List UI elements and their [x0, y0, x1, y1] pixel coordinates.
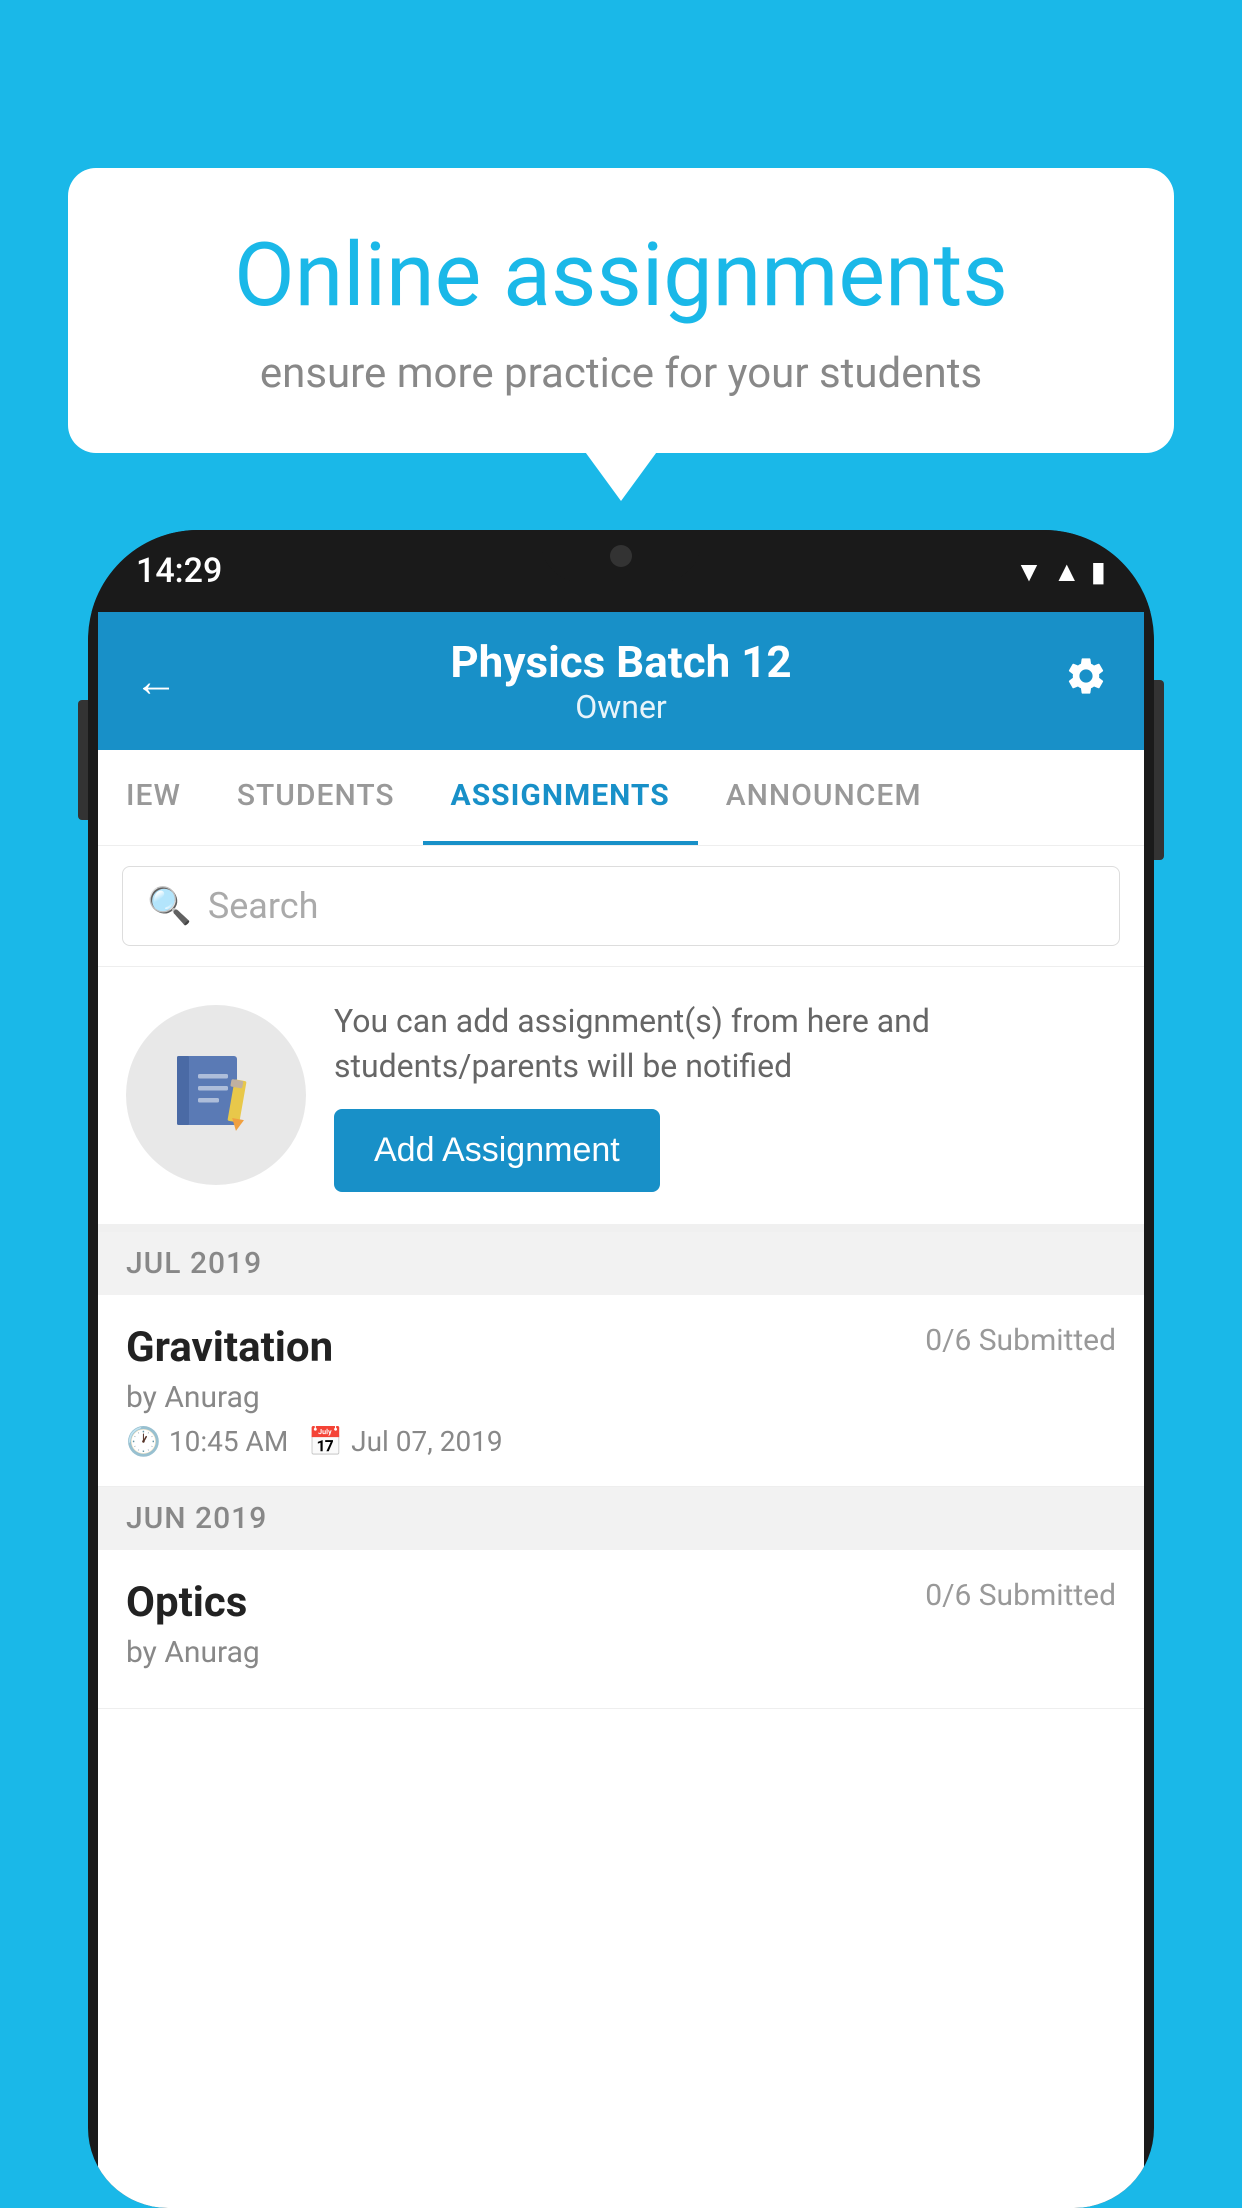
tab-students[interactable]: STUDENTS: [209, 750, 423, 845]
add-assignment-description: You can add assignment(s) from here and …: [334, 999, 1116, 1089]
add-assignment-content: You can add assignment(s) from here and …: [334, 999, 1116, 1192]
settings-icon[interactable]: [1064, 654, 1108, 709]
assignment-by: by Anurag: [126, 1380, 1116, 1415]
month-separator-jun: JUN 2019: [98, 1487, 1144, 1550]
assignment-submitted-optics: 0/6 Submitted: [925, 1578, 1116, 1613]
speech-bubble-subtitle: ensure more practice for your students: [128, 349, 1114, 398]
speech-bubble-title: Online assignments: [128, 228, 1114, 325]
meta-date: 📅 Jul 07, 2019: [308, 1425, 502, 1458]
phone-notch: [541, 530, 701, 582]
meta-time: 🕐 10:45 AM: [126, 1425, 288, 1458]
assignment-date: Jul 07, 2019: [351, 1425, 503, 1458]
header-center: Physics Batch 12 Owner: [178, 636, 1064, 726]
status-time: 14:29: [136, 551, 222, 591]
signal-icon: ▲: [1053, 555, 1081, 588]
battery-icon: ▮: [1091, 555, 1106, 588]
add-assignment-button[interactable]: Add Assignment: [334, 1109, 660, 1192]
back-button[interactable]: ←: [134, 655, 178, 707]
assignment-header-row: Gravitation 0/6 Submitted: [126, 1323, 1116, 1372]
wifi-icon: ▼: [1015, 555, 1043, 588]
assignment-item-optics[interactable]: Optics 0/6 Submitted by Anurag: [98, 1550, 1144, 1709]
header-subtitle: Owner: [178, 688, 1064, 726]
app-header: ← Physics Batch 12 Owner: [98, 612, 1144, 750]
assignment-by-optics: by Anurag: [126, 1635, 1116, 1670]
notebook-icon: [171, 1050, 261, 1140]
header-title: Physics Batch 12: [178, 636, 1064, 688]
tab-assignments[interactable]: ASSIGNMENTS: [423, 750, 698, 845]
assignment-header-row-optics: Optics 0/6 Submitted: [126, 1578, 1116, 1627]
speech-bubble-container: Online assignments ensure more practice …: [68, 168, 1174, 453]
search-placeholder: Search: [208, 885, 319, 927]
search-icon: 🔍: [147, 885, 192, 927]
camera: [610, 545, 632, 567]
search-container: 🔍 Search: [98, 846, 1144, 967]
assignment-icon-circle: [126, 1005, 306, 1185]
tabs-bar: IEW STUDENTS ASSIGNMENTS ANNOUNCEM: [98, 750, 1144, 846]
assignment-name: Gravitation: [126, 1323, 333, 1372]
assignment-meta: 🕐 10:45 AM 📅 Jul 07, 2019: [126, 1425, 1116, 1458]
calendar-icon: 📅: [308, 1425, 343, 1458]
add-assignment-section: You can add assignment(s) from here and …: [98, 967, 1144, 1232]
phone-screen: ← Physics Batch 12 Owner IEW STUDENTS AS…: [98, 612, 1144, 2208]
speech-bubble: Online assignments ensure more practice …: [68, 168, 1174, 453]
assignment-submitted: 0/6 Submitted: [925, 1323, 1116, 1358]
month-separator-jul: JUL 2019: [98, 1232, 1144, 1295]
tab-iew[interactable]: IEW: [98, 750, 209, 845]
tab-announcements[interactable]: ANNOUNCEM: [698, 750, 950, 845]
assignment-item-gravitation[interactable]: Gravitation 0/6 Submitted by Anurag 🕐 10…: [98, 1295, 1144, 1487]
assignment-name-optics: Optics: [126, 1578, 247, 1627]
status-icons: ▼ ▲ ▮: [1015, 555, 1106, 588]
search-bar[interactable]: 🔍 Search: [122, 866, 1120, 946]
phone-frame: 14:29 ▼ ▲ ▮ ← Physics Batch 12 Owner: [88, 530, 1154, 2208]
assignment-time: 10:45 AM: [169, 1425, 288, 1458]
phone-status-bar: 14:29 ▼ ▲ ▮: [88, 530, 1154, 612]
clock-icon: 🕐: [126, 1425, 161, 1458]
